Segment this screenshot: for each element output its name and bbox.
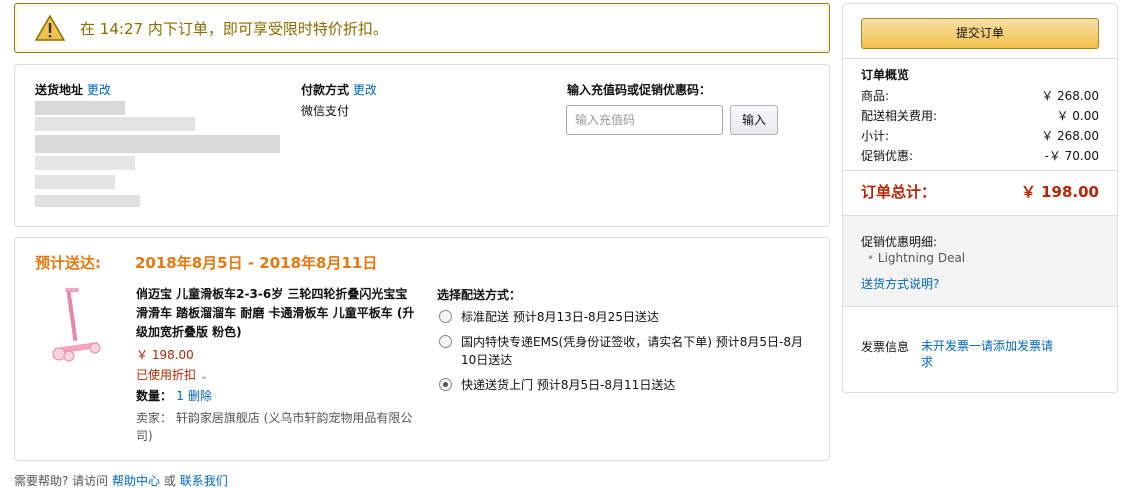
divider: [843, 58, 1117, 59]
promo-detail-label: 促销优惠明细:: [861, 235, 938, 249]
summary-title: 订单概览: [861, 68, 910, 82]
deal-timer-alert: 在 14:27 内下订单，即可享受限时特价折扣。: [14, 3, 830, 53]
payment-change-link[interactable]: 更改: [353, 83, 377, 97]
delivery-date-range: 2018年8月5日 - 2018年8月11日: [135, 254, 378, 272]
order-total-label: 订单总计：: [861, 183, 937, 201]
order-summary-panel: 提交订单 订单概览 商品: ￥ 268.00 配送相关费用: ￥ 0.00 小计…: [842, 3, 1118, 393]
quantity-row: 数量： 1 删除: [136, 387, 416, 404]
summary-row-promo: 促销优惠: -￥ 70.00: [861, 147, 1099, 164]
chevron-down-icon: ⌄: [199, 371, 209, 382]
radio-button-selected[interactable]: [439, 378, 452, 391]
submit-order-button[interactable]: 提交订单: [861, 18, 1099, 49]
invoice-label: 发票信息: [861, 340, 910, 354]
summary-row-shipping: 配送相关费用: ￥ 0.00: [861, 107, 1099, 124]
summary-row-value: -￥ 70.00: [1044, 149, 1100, 163]
summary-row-items: 商品: ￥ 268.00: [861, 87, 1099, 104]
radio-button[interactable]: [439, 310, 452, 323]
payment-section: 付款方式 更改 微信支付: [301, 81, 377, 119]
payment-label: 付款方式: [301, 83, 350, 97]
summary-row-value: ￥ 0.00: [1056, 109, 1099, 123]
alert-suffix: 内下订单，即可享受限时特价折扣。: [147, 20, 388, 38]
address-label: 送货地址: [35, 83, 84, 97]
divider: [843, 170, 1117, 171]
summary-row-label: 小计:: [861, 129, 890, 143]
alert-prefix: 在: [80, 20, 96, 38]
help-center-link[interactable]: 帮助中心: [112, 474, 160, 488]
quantity-value[interactable]: 1: [176, 389, 184, 403]
quantity-label: 数量：: [136, 389, 173, 403]
invoice-link[interactable]: 未开发票一请添加发票请求: [921, 338, 1061, 370]
promo-code-submit-button[interactable]: 输入: [730, 105, 778, 135]
address-change-link[interactable]: 更改: [87, 83, 111, 97]
promo-details-section: 促销优惠明细: • Lightning Deal 送货方式说明?: [843, 215, 1117, 307]
summary-row-label: 促销优惠:: [861, 149, 914, 163]
shipping-explain-link[interactable]: 送货方式说明?: [861, 275, 939, 292]
promo-item: • Lightning Deal: [867, 251, 965, 265]
summary-row-value: ￥ 268.00: [1041, 89, 1099, 103]
shipping-option-label: 标准配送 预计8月13日-8月25日送达: [461, 310, 659, 324]
promo-code-label: 输入充值码或促销优惠码：: [567, 83, 712, 97]
shipping-option-standard[interactable]: 标准配送 预计8月13日-8月25日送达: [437, 308, 807, 326]
shipping-method-section: 选择配送方式： 标准配送 预计8月13日-8月25日送达 国内特快专递EMS(凭…: [437, 286, 807, 401]
order-total-value: ￥ 198.00: [1020, 183, 1099, 201]
seller-label: 卖家：: [136, 411, 173, 425]
alert-time: 14:27: [99, 20, 144, 38]
shipping-option-label: 快递送货上门 预计8月5日-8月11日送达: [461, 378, 676, 392]
shipping-option-label: 国内特快专递EMS(凭身份证签收，请实名下单) 预计8月5日-8月10日送达: [461, 335, 803, 367]
shipping-method-header: 选择配送方式：: [437, 288, 522, 302]
payment-value: 微信支付: [301, 104, 350, 118]
warning-icon: [35, 15, 65, 41]
promo-used-toggle[interactable]: 已使用折扣 ⌄: [136, 366, 416, 383]
help-or: 或: [163, 474, 176, 488]
summary-row-value: ￥ 268.00: [1041, 129, 1099, 143]
order-total: 订单总计： ￥ 198.00: [861, 181, 1099, 202]
seller-name: 轩韵家居旗舰店 (义乌市轩韵宠物用品有限公司): [136, 411, 413, 443]
delete-link[interactable]: 删除: [188, 389, 212, 403]
radio-button[interactable]: [439, 335, 452, 348]
summary-row-label: 商品:: [861, 89, 890, 103]
promo-item-label: Lightning Deal: [877, 251, 966, 265]
promo-code-input[interactable]: 输入充值码: [566, 105, 723, 135]
summary-row-subtotal: 小计: ￥ 268.00: [861, 127, 1099, 144]
product-details: 俏迈宝 儿童滑板车2-3-6岁 三轮四轮折叠闪光宝宝滑滑车 踏板溜溜车 耐磨 卡…: [136, 285, 416, 445]
delivery-panel: 预计送达: 2018年8月5日 - 2018年8月11日 俏迈宝 儿童滑板车2-…: [14, 237, 830, 461]
shipping-option-ems[interactable]: 国内特快专递EMS(凭身份证签收，请实名下单) 预计8月5日-8月10日送达: [437, 333, 807, 369]
product-price: ￥ 198.00: [136, 348, 194, 362]
promo-used-label: 已使用折扣: [136, 368, 197, 382]
help-line: 需要帮助? 请访问 帮助中心 或 联系我们: [14, 472, 228, 488]
seller-info: 卖家： 轩韵家居旗舰店 (义乌市轩韵宠物用品有限公司): [136, 409, 416, 445]
help-prefix: 需要帮助? 请访问: [14, 474, 109, 488]
checkout-info-panel: 送货地址 更改 付款方式 更改 微信支付 输入充值码或促销优惠码： 输入充值码 …: [14, 64, 830, 227]
contact-us-link[interactable]: 联系我们: [180, 474, 228, 488]
product-title[interactable]: 俏迈宝 儿童滑板车2-3-6岁 三轮四轮折叠闪光宝宝滑滑车 踏板溜溜车 耐磨 卡…: [136, 285, 416, 342]
address-section: 送货地址 更改: [35, 81, 111, 98]
alert-message: 在 14:27 内下订单，即可享受限时特价折扣。: [80, 18, 388, 39]
delivery-title: 预计送达:: [35, 254, 101, 272]
bullet-icon: •: [867, 251, 875, 265]
shipping-option-express[interactable]: 快递送货上门 预计8月5日-8月11日送达: [437, 376, 807, 394]
product-image[interactable]: [47, 286, 107, 364]
summary-row-label: 配送相关费用:: [861, 109, 938, 123]
